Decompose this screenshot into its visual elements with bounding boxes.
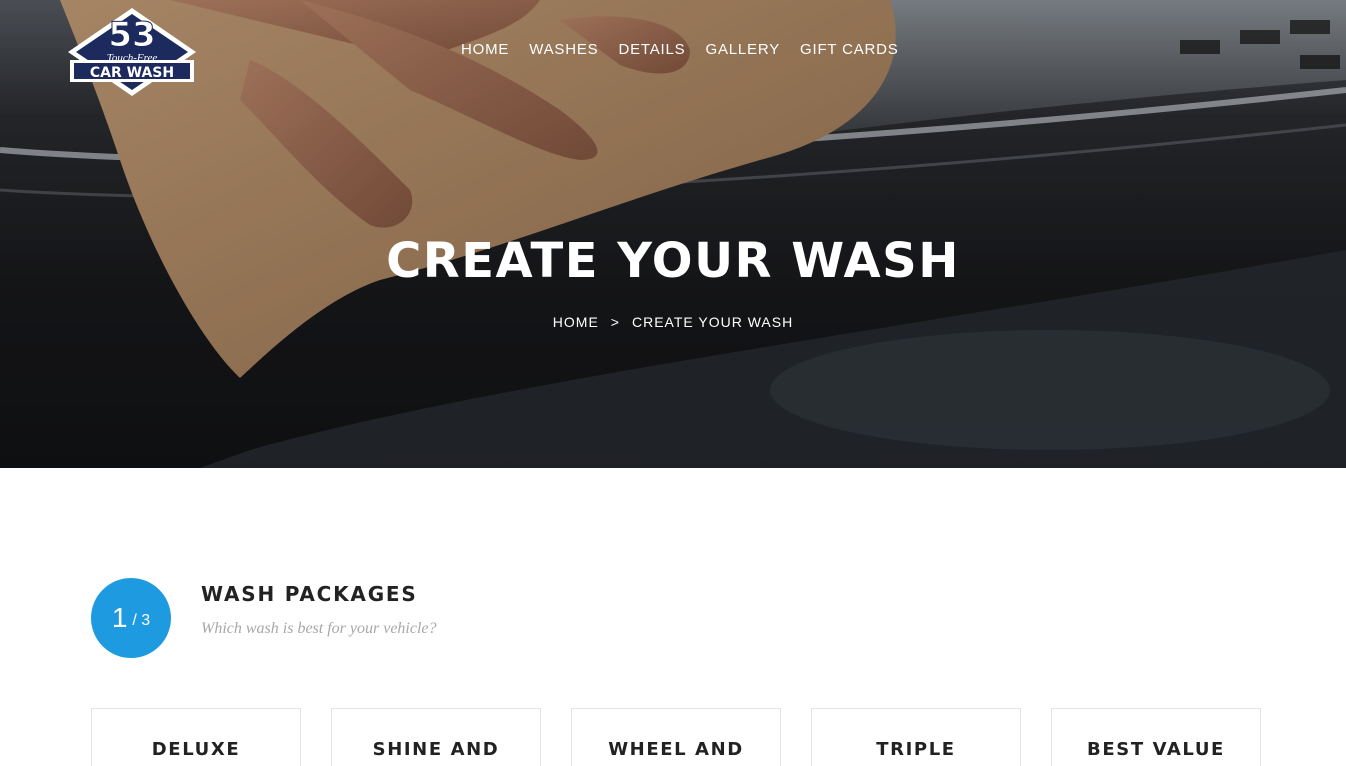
main-nav: HOME WASHES DETAILS GALLERY GIFT CARDS <box>461 41 919 59</box>
package-name: TRIPLE <box>876 739 956 760</box>
nav-item-gallery[interactable]: GALLERY <box>705 41 780 59</box>
nav-item-gift-cards[interactable]: GIFT CARDS <box>800 41 899 59</box>
section-title: WASH PACKAGES <box>201 582 418 606</box>
chevron-right-icon: > <box>610 314 620 330</box>
step-total: / 3 <box>132 612 151 629</box>
brand-logo[interactable]: 53 Touch-Free CAR WASH <box>64 6 200 98</box>
package-name: DELUXE <box>151 739 241 760</box>
breadcrumb-home-link[interactable]: HOME <box>553 314 599 330</box>
hero-banner: 53 Touch-Free CAR WASH HOME WASHES DETAI… <box>0 0 1346 468</box>
breadcrumb-current: CREATE YOUR WASH <box>631 314 794 330</box>
nav-item-washes[interactable]: WASHES <box>529 41 598 59</box>
package-name: WHEEL AND <box>608 739 744 760</box>
nav-item-home[interactable]: HOME <box>461 41 509 59</box>
logo-tagline: Touch-Free <box>107 52 158 64</box>
package-name: SHINE AND <box>372 739 500 760</box>
package-card-triple[interactable]: TRIPLE <box>811 708 1021 766</box>
package-card-wheel-and[interactable]: WHEEL AND <box>571 708 781 766</box>
section-subtitle: Which wash is best for your vehicle? <box>201 620 437 637</box>
package-card-shine-and[interactable]: SHINE AND <box>331 708 541 766</box>
breadcrumb: HOME > CREATE YOUR WASH <box>0 314 1346 330</box>
package-name: BEST VALUE <box>1087 739 1225 760</box>
nav-item-details[interactable]: DETAILS <box>618 41 685 59</box>
logo-name: CAR WASH <box>90 65 174 81</box>
logo-emblem: 53 Touch-Free CAR WASH <box>68 8 196 96</box>
step-indicator: 1 / 3 <box>91 578 171 658</box>
page-title: CREATE YOUR WASH <box>386 233 960 289</box>
package-card-deluxe[interactable]: DELUXE <box>91 708 301 766</box>
step-current: 1 <box>111 602 128 633</box>
package-card-best-value[interactable]: BEST VALUE <box>1051 708 1261 766</box>
logo-number: 53 <box>108 15 155 55</box>
